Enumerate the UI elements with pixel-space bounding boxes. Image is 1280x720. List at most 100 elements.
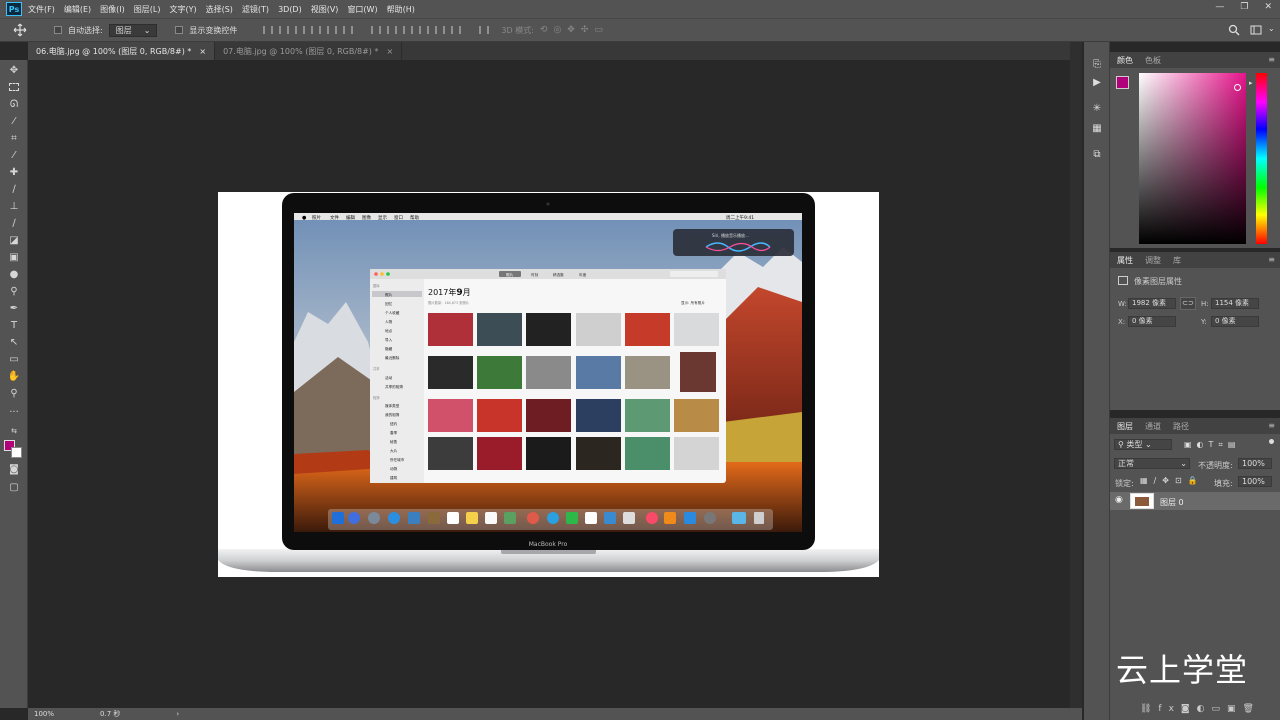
pen-tool-icon[interactable]: ✒ xyxy=(6,301,22,315)
gradient-tool-icon[interactable]: ▣ xyxy=(6,250,22,264)
menu-view[interactable]: 视图(V) xyxy=(311,4,339,15)
distribute-right-icon[interactable] xyxy=(451,26,462,34)
sidebar-item-peru[interactable]: 秘鲁 xyxy=(390,439,398,444)
status-arrow-icon[interactable]: › xyxy=(176,710,179,718)
layer-filter-icons[interactable]: ▣◐T⌗▤ xyxy=(1184,440,1241,450)
path-select-tool-icon[interactable]: ↖ xyxy=(6,335,22,349)
filter-toggle-icon[interactable] xyxy=(1269,439,1274,444)
sidebar-item-animals[interactable]: 动物 xyxy=(390,466,398,471)
shape-tool-icon[interactable]: ▭ xyxy=(6,352,22,366)
quick-select-tool-icon[interactable]: ⁄ xyxy=(6,114,22,128)
workspace-chevron-icon[interactable]: ⌄ xyxy=(1268,24,1275,33)
more-tools-icon[interactable]: ··· xyxy=(6,405,22,419)
panel-menu-icon[interactable]: ≡ xyxy=(1268,421,1275,430)
lock-icons[interactable]: ▦∕✥⊡🔒 xyxy=(1140,476,1204,485)
workspace-icon[interactable] xyxy=(1250,24,1264,36)
auto-select-checkbox[interactable] xyxy=(54,26,62,34)
swap-colors-icon[interactable]: ⇆ xyxy=(6,424,22,438)
menu-type[interactable]: 文字(Y) xyxy=(169,4,196,15)
align-left-icon[interactable] xyxy=(311,26,322,34)
fg-color-chip[interactable] xyxy=(1116,76,1129,89)
hand-tool-icon[interactable]: ✋ xyxy=(6,369,22,383)
tab-close-icon[interactable]: × xyxy=(386,47,393,56)
sidebar-item-shared-albums[interactable]: 共享的相簿 xyxy=(385,384,403,389)
menu-file[interactable]: 文件(F) xyxy=(28,4,55,15)
layer-footer-icons[interactable]: ⛓fx◙◐▭▣🗑 xyxy=(1140,704,1261,714)
brush-presets-icon[interactable]: ▦ xyxy=(1090,122,1104,136)
move-tool-icon[interactable] xyxy=(12,23,28,37)
x-field[interactable]: 0 像素 xyxy=(1128,316,1176,327)
tab-color[interactable]: 颜色 xyxy=(1117,55,1133,66)
auto-align-icon[interactable] xyxy=(479,26,490,34)
sidebar-item-new-york[interactable]: 纽约 xyxy=(390,421,398,426)
sidebar-item-places[interactable]: 地点 xyxy=(385,328,393,333)
opacity-field[interactable]: 100% xyxy=(1238,458,1272,469)
background-color-swatch[interactable] xyxy=(11,447,22,458)
search-icon[interactable] xyxy=(1228,24,1240,36)
dodge-tool-icon[interactable]: ⚲ xyxy=(6,284,22,298)
hue-slider[interactable] xyxy=(1256,73,1267,244)
color-field[interactable] xyxy=(1139,73,1246,244)
document-canvas[interactable]: ● 照片 文件 编辑 图像 显示 窗口 帮助 周二上午9:41 Siri, 播放… xyxy=(218,192,879,577)
healing-tool-icon[interactable]: ✚ xyxy=(6,165,22,179)
distribute-hcenter-icon[interactable] xyxy=(435,26,446,34)
align-bottom-icon[interactable] xyxy=(295,26,306,34)
sidebar-item-hidden[interactable]: 隐藏 xyxy=(385,346,393,351)
zoom-level[interactable]: 100% xyxy=(34,710,54,718)
tab-doc-06[interactable]: 06.电脑.jpg @ 100% (图层 0, RGB/8#) * × xyxy=(28,42,216,60)
sidebar-item-recently-deleted[interactable]: 最近删除 xyxy=(385,355,400,360)
move-tool-icon[interactable]: ✥ xyxy=(6,63,22,77)
sidebar-item-photos[interactable]: 照片 xyxy=(385,292,393,297)
menu-select[interactable]: 选择(S) xyxy=(206,4,233,15)
panel-menu-icon[interactable]: ≡ xyxy=(1268,255,1275,264)
tab-close-icon[interactable]: × xyxy=(199,47,206,56)
distribute-left-icon[interactable] xyxy=(419,26,430,34)
align-top-icon[interactable] xyxy=(263,26,274,34)
distribute-vcenter-icon[interactable] xyxy=(387,26,398,34)
fill-field[interactable]: 100% xyxy=(1238,476,1272,487)
sidebar-item-blockbuster[interactable]: 大片 xyxy=(390,448,398,453)
adjustments-icon[interactable]: ✳ xyxy=(1090,102,1104,116)
menu-help[interactable]: 帮助(H) xyxy=(387,4,415,15)
distribute-top-icon[interactable] xyxy=(371,26,382,34)
sidebar-item-favorites[interactable]: 个人收藏 xyxy=(385,310,400,315)
sidebar-item-imports[interactable]: 导入 xyxy=(385,337,393,342)
tab-channels[interactable]: 通道 xyxy=(1145,421,1161,432)
align-vcenter-icon[interactable] xyxy=(279,26,290,34)
menu-image[interactable]: 图像(I) xyxy=(100,4,125,15)
history-brush-icon[interactable]: ∕ xyxy=(6,216,22,230)
marquee-tool-icon[interactable] xyxy=(6,80,22,94)
tab-paths[interactable]: 路径 xyxy=(1173,421,1189,432)
sidebar-item-memories[interactable]: 回忆 xyxy=(385,301,393,306)
menu-filter[interactable]: 滤镜(T) xyxy=(242,4,269,15)
panel-menu-icon[interactable]: ≡ xyxy=(1268,55,1275,64)
sidebar-item-media-types[interactable]: 媒体类型 xyxy=(385,403,400,408)
minimize-button[interactable]: — xyxy=(1215,2,1224,12)
tab-adjustments[interactable]: 调整 xyxy=(1145,255,1161,266)
menu-window[interactable]: 窗口(W) xyxy=(347,4,377,15)
actions-play-icon[interactable]: ▶ xyxy=(1090,76,1104,90)
layer-name[interactable]: 图层 0 xyxy=(1160,497,1184,508)
distribute-bottom-icon[interactable] xyxy=(403,26,414,34)
color-picker-marker[interactable] xyxy=(1234,84,1241,91)
sidebar-item-people[interactable]: 人物 xyxy=(385,319,393,324)
show-transform-checkbox[interactable] xyxy=(175,26,184,34)
align-hcenter-icon[interactable] xyxy=(327,26,338,34)
eraser-tool-icon[interactable]: ◪ xyxy=(6,233,22,247)
crop-tool-icon[interactable]: ⌗ xyxy=(6,131,22,145)
type-tool-icon[interactable]: T xyxy=(6,318,22,332)
menu-layer[interactable]: 图层(L) xyxy=(134,4,161,15)
height-field[interactable]: 1154 像素 xyxy=(1211,298,1259,309)
photos-seg-moments[interactable]: 时刻 xyxy=(531,272,539,277)
zoom-tool-icon[interactable]: ⚲ xyxy=(6,386,22,400)
hue-slider-handle[interactable]: ▸ xyxy=(1249,79,1253,87)
photos-seg-collections[interactable]: 精选集 xyxy=(553,272,564,277)
photos-show-filter[interactable]: 显示: 所有照片 xyxy=(681,300,705,305)
close-button[interactable]: ✕ xyxy=(1264,2,1272,12)
tab-swatches[interactable]: 色板 xyxy=(1145,55,1161,66)
blend-mode-dropdown[interactable]: 正常 ⌄ xyxy=(1114,458,1190,469)
stamp-tool-icon[interactable]: ⊥ xyxy=(6,199,22,213)
brush-tool-icon[interactable]: ∕ xyxy=(6,182,22,196)
align-right-icon[interactable] xyxy=(343,26,354,34)
history-icon[interactable]: ⎘ xyxy=(1090,58,1104,72)
